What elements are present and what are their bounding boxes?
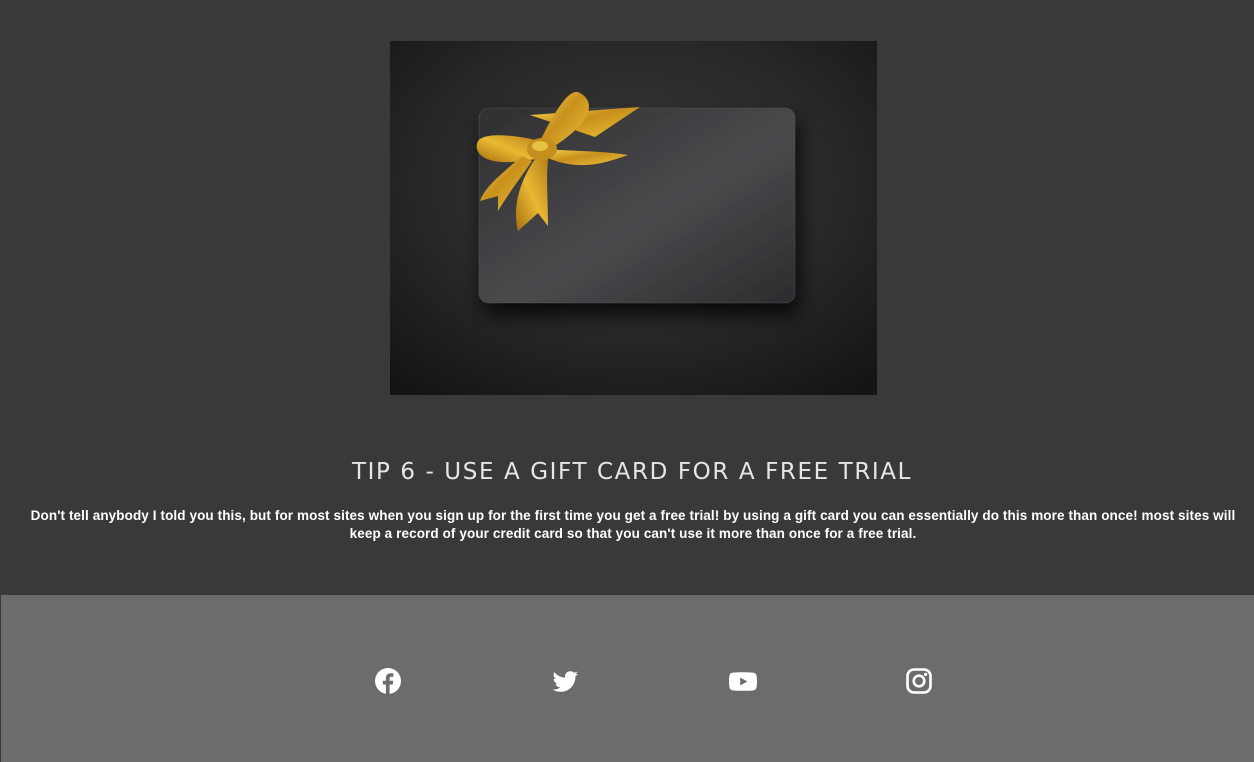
page: TIP 6 - USE A GIFT CARD FOR A FREE TRIAL… xyxy=(0,0,1254,762)
facebook-icon xyxy=(375,668,401,694)
footer xyxy=(1,595,1254,762)
facebook-link[interactable] xyxy=(372,665,404,697)
instagram-icon xyxy=(906,668,932,694)
main-section: TIP 6 - USE A GIFT CARD FOR A FREE TRIAL… xyxy=(0,0,1254,595)
youtube-icon xyxy=(729,672,757,691)
gift-card-image xyxy=(390,41,877,395)
tip-body: Don't tell anybody I told you this, but … xyxy=(30,508,1236,541)
instagram-link[interactable] xyxy=(903,665,935,697)
twitter-icon xyxy=(552,671,578,692)
tip-title: TIP 6 - USE A GIFT CARD FOR A FREE TRIAL xyxy=(351,459,913,485)
youtube-link[interactable] xyxy=(727,665,759,697)
twitter-link[interactable] xyxy=(549,665,581,697)
